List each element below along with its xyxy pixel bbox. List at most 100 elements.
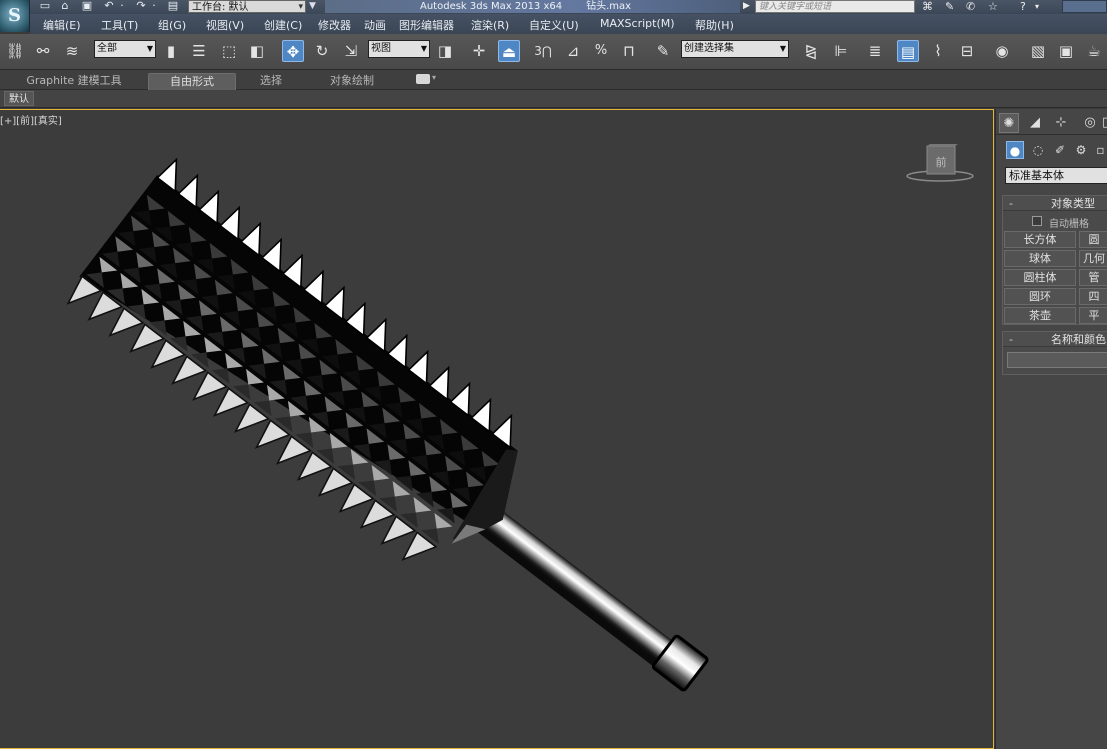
geometry-icon[interactable]: ● bbox=[1006, 141, 1024, 159]
ribbon-minimize-icon[interactable] bbox=[416, 74, 430, 84]
autogrid-checkbox[interactable] bbox=[1032, 216, 1042, 226]
project-folder-icon[interactable]: ▤ bbox=[166, 0, 180, 12]
box-button[interactable]: 长方体 bbox=[1004, 231, 1076, 248]
favorites-star-icon[interactable]: ☆ bbox=[988, 0, 998, 13]
named-selection-sets-dropdown[interactable]: 创建选择集 bbox=[681, 40, 789, 58]
select-and-scale-icon[interactable]: ⇲ bbox=[340, 40, 362, 62]
object-name-input[interactable] bbox=[1007, 352, 1107, 368]
menu-graph-editors[interactable]: 图形编辑器 bbox=[399, 17, 454, 33]
menu-modifiers[interactable]: 修改器 bbox=[318, 17, 351, 33]
cone-button[interactable]: 圆 bbox=[1079, 231, 1107, 248]
name-color-header[interactable]: - 名称和颜色 bbox=[1003, 332, 1107, 347]
geosphere-button[interactable]: 几何 bbox=[1079, 250, 1107, 267]
render-production-icon[interactable]: ☕ bbox=[1083, 40, 1105, 62]
unlink-icon[interactable]: ⚯ bbox=[32, 40, 54, 62]
mirror-icon[interactable]: ⧎ bbox=[800, 40, 822, 62]
menu-rendering[interactable]: 渲染(R) bbox=[471, 17, 509, 33]
align-icon[interactable]: ⊫ bbox=[830, 40, 852, 62]
primitive-category-dropdown[interactable]: 标准基本体 bbox=[1005, 167, 1107, 184]
redo-icon[interactable]: ↷ bbox=[134, 0, 148, 12]
teapot-button[interactable]: 茶壶 bbox=[1004, 307, 1076, 324]
bind-space-warp-icon[interactable]: ≋ bbox=[61, 40, 83, 62]
communication-icon[interactable]: ✆ bbox=[966, 0, 975, 13]
search-expand-icon[interactable]: ▶ bbox=[743, 0, 750, 13]
menu-help[interactable]: 帮助(H) bbox=[695, 17, 734, 33]
front-viewport[interactable]: [+][前][真实] 前 bbox=[0, 109, 994, 749]
ribbon-default-label[interactable]: 默认 bbox=[4, 91, 34, 106]
object-type-header[interactable]: - 对象类型 bbox=[1003, 196, 1107, 211]
motion-panel-icon[interactable]: ◎ bbox=[1080, 113, 1100, 133]
render-setup-icon[interactable]: ▧ bbox=[1027, 40, 1049, 62]
subscription-icon[interactable]: ✎ bbox=[945, 0, 954, 13]
modify-panel-icon[interactable]: ◢ bbox=[1025, 113, 1045, 133]
menu-create[interactable]: 创建(C) bbox=[264, 17, 302, 33]
menu-views[interactable]: 视图(V) bbox=[206, 17, 244, 33]
binoculars-icon[interactable]: ⌘ bbox=[922, 0, 933, 13]
menu-edit[interactable]: 编辑(E) bbox=[43, 17, 81, 33]
hierarchy-panel-icon[interactable]: ⊹ bbox=[1051, 113, 1071, 133]
keyboard-shortcut-override-icon[interactable]: ⏏ bbox=[498, 40, 520, 62]
open-file-icon[interactable]: ⌂ bbox=[58, 0, 72, 12]
menu-customize[interactable]: 自定义(U) bbox=[529, 17, 579, 33]
plane-button[interactable]: 平 bbox=[1079, 307, 1107, 324]
save-file-icon[interactable]: ▣ bbox=[80, 0, 94, 12]
snaps-toggle-icon[interactable]: 3⋂ bbox=[532, 40, 554, 62]
search-input[interactable]: 键入关键字或短语 bbox=[755, 0, 915, 13]
cylinder-button[interactable]: 圆柱体 bbox=[1004, 269, 1076, 286]
pivot-center-icon[interactable]: ◨ bbox=[434, 40, 456, 62]
select-and-rotate-icon[interactable]: ↻ bbox=[311, 40, 333, 62]
material-editor-icon[interactable]: ◉ bbox=[991, 40, 1013, 62]
spinner-snap-icon[interactable]: ⊓ bbox=[618, 40, 640, 62]
select-and-move-icon[interactable]: ✥ bbox=[282, 40, 304, 62]
drill-shaft bbox=[472, 499, 673, 662]
select-link-icon[interactable]: ⛓ bbox=[4, 40, 26, 62]
tab-selection[interactable]: 选择 bbox=[244, 73, 298, 90]
schematic-view-icon[interactable]: ⊟ bbox=[956, 40, 978, 62]
lights-icon[interactable]: ✐ bbox=[1051, 141, 1069, 159]
graphite-toggle-icon[interactable]: ▤ bbox=[897, 40, 919, 62]
help-dropdown-icon[interactable]: ▾ bbox=[1035, 0, 1039, 13]
edit-named-selection-icon[interactable]: ✎ bbox=[652, 40, 674, 62]
torus-button[interactable]: 圆环 bbox=[1004, 288, 1076, 305]
tab-object-paint[interactable]: 对象绘制 bbox=[316, 73, 388, 90]
tab-freeform[interactable]: 自由形式 bbox=[148, 73, 236, 90]
rendered-frame-window-icon[interactable]: ▣ bbox=[1055, 40, 1077, 62]
rectangular-selection-icon[interactable]: ⬚ bbox=[218, 40, 240, 62]
workspace-menu-icon[interactable]: ▼ bbox=[309, 0, 319, 13]
angle-snap-icon[interactable]: ⊿ bbox=[562, 40, 584, 62]
curve-editor-icon[interactable]: ⌇ bbox=[927, 40, 949, 62]
create-panel-icon[interactable]: ✺ bbox=[999, 113, 1019, 133]
viewcube[interactable]: 前 bbox=[905, 142, 975, 184]
window-crossing-icon[interactable]: ◧ bbox=[246, 40, 268, 62]
tab-graphite-modeling[interactable]: Graphite 建模工具 bbox=[24, 73, 124, 90]
menu-animation[interactable]: 动画 bbox=[364, 17, 386, 33]
cameras-icon[interactable]: ⚙ bbox=[1072, 141, 1090, 159]
pyramid-button[interactable]: 四 bbox=[1079, 288, 1107, 305]
helpers-icon[interactable]: ▫ bbox=[1093, 141, 1107, 159]
drill-bit-model[interactable] bbox=[0, 110, 994, 749]
app-logo-button[interactable]: S bbox=[0, 0, 30, 32]
sphere-button[interactable]: 球体 bbox=[1004, 250, 1076, 267]
ribbon-options-icon[interactable]: ▾ bbox=[432, 73, 436, 82]
selection-filter-dropdown[interactable]: 全部 bbox=[94, 40, 156, 58]
display-panel-icon[interactable]: ▯ bbox=[1102, 113, 1107, 133]
manipulate-icon[interactable]: ✛ bbox=[468, 40, 490, 62]
redo-dropdown-icon[interactable]: · bbox=[150, 0, 158, 12]
select-object-icon[interactable]: ▮ bbox=[160, 40, 182, 62]
menu-group[interactable]: 组(G) bbox=[158, 17, 186, 33]
layer-manager-icon[interactable]: ≣ bbox=[864, 40, 886, 62]
workspace-selector[interactable]: 工作台: 默认 bbox=[188, 0, 306, 14]
reference-coordinate-dropdown[interactable]: 视图 bbox=[368, 40, 430, 58]
tube-button[interactable]: 管 bbox=[1079, 269, 1107, 286]
undo-dropdown-icon[interactable]: · bbox=[118, 0, 126, 12]
percent-snap-icon[interactable]: % bbox=[590, 40, 612, 62]
select-by-name-icon[interactable]: ☰ bbox=[188, 40, 210, 62]
help-icon[interactable]: ? bbox=[1020, 0, 1026, 13]
shapes-icon[interactable]: ◌ bbox=[1029, 141, 1047, 159]
undo-icon[interactable]: ↶ bbox=[102, 0, 116, 12]
object-type-title: 对象类型 bbox=[1051, 197, 1095, 210]
window-controls[interactable] bbox=[1062, 0, 1107, 13]
menu-tools[interactable]: 工具(T) bbox=[101, 17, 138, 33]
new-file-icon[interactable]: ▭ bbox=[38, 0, 52, 12]
menu-maxscript[interactable]: MAXScript(M) bbox=[600, 17, 675, 30]
